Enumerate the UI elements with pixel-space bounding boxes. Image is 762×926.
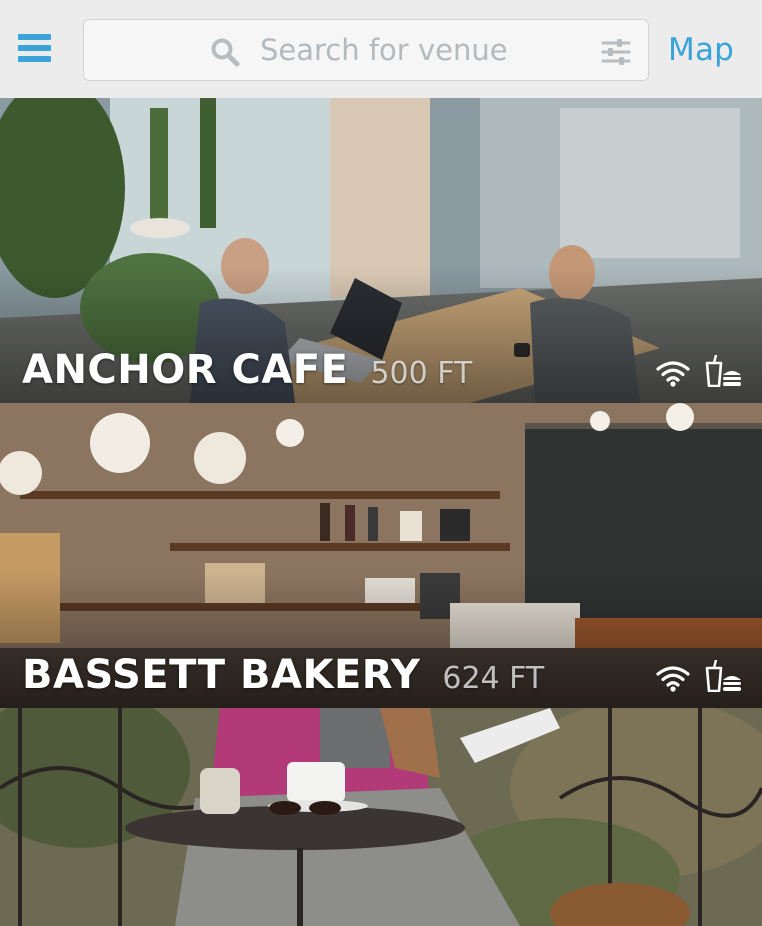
- sliders-filter-icon[interactable]: [601, 39, 631, 65]
- drink-and-burger-icon: [705, 355, 741, 387]
- search-icon: [211, 38, 240, 67]
- venue-distance: 500 FT: [370, 356, 473, 391]
- top-bar: Map: [0, 0, 762, 98]
- venue-card[interactable]: ANCHOR CAFE 500 FT: [0, 98, 762, 403]
- venue-name: BASSETT BAKERY: [22, 652, 421, 698]
- venue-photo: [0, 708, 762, 926]
- venue-caption: ANCHOR CAFE 500 FT: [22, 347, 472, 393]
- amenity-icons: [656, 660, 742, 692]
- venue-card[interactable]: [0, 708, 762, 926]
- venue-card[interactable]: BASSETT BAKERY 624 FT: [0, 403, 762, 708]
- menu-bar-line: [18, 34, 51, 40]
- search-input[interactable]: [260, 28, 580, 72]
- menu-bar-line: [18, 56, 51, 62]
- drink-and-burger-icon: [705, 660, 741, 692]
- wifi-icon: [656, 666, 690, 692]
- wifi-icon: [656, 361, 690, 387]
- venue-name: ANCHOR CAFE: [22, 347, 349, 393]
- venue-distance: 624 FT: [442, 661, 545, 696]
- venue-caption: BASSETT BAKERY 624 FT: [22, 652, 544, 698]
- map-link[interactable]: Map: [668, 32, 734, 68]
- menu-bar-line: [18, 45, 51, 51]
- hamburger-menu-icon[interactable]: [18, 34, 51, 62]
- amenity-icons: [656, 355, 742, 387]
- search-box[interactable]: [83, 19, 649, 81]
